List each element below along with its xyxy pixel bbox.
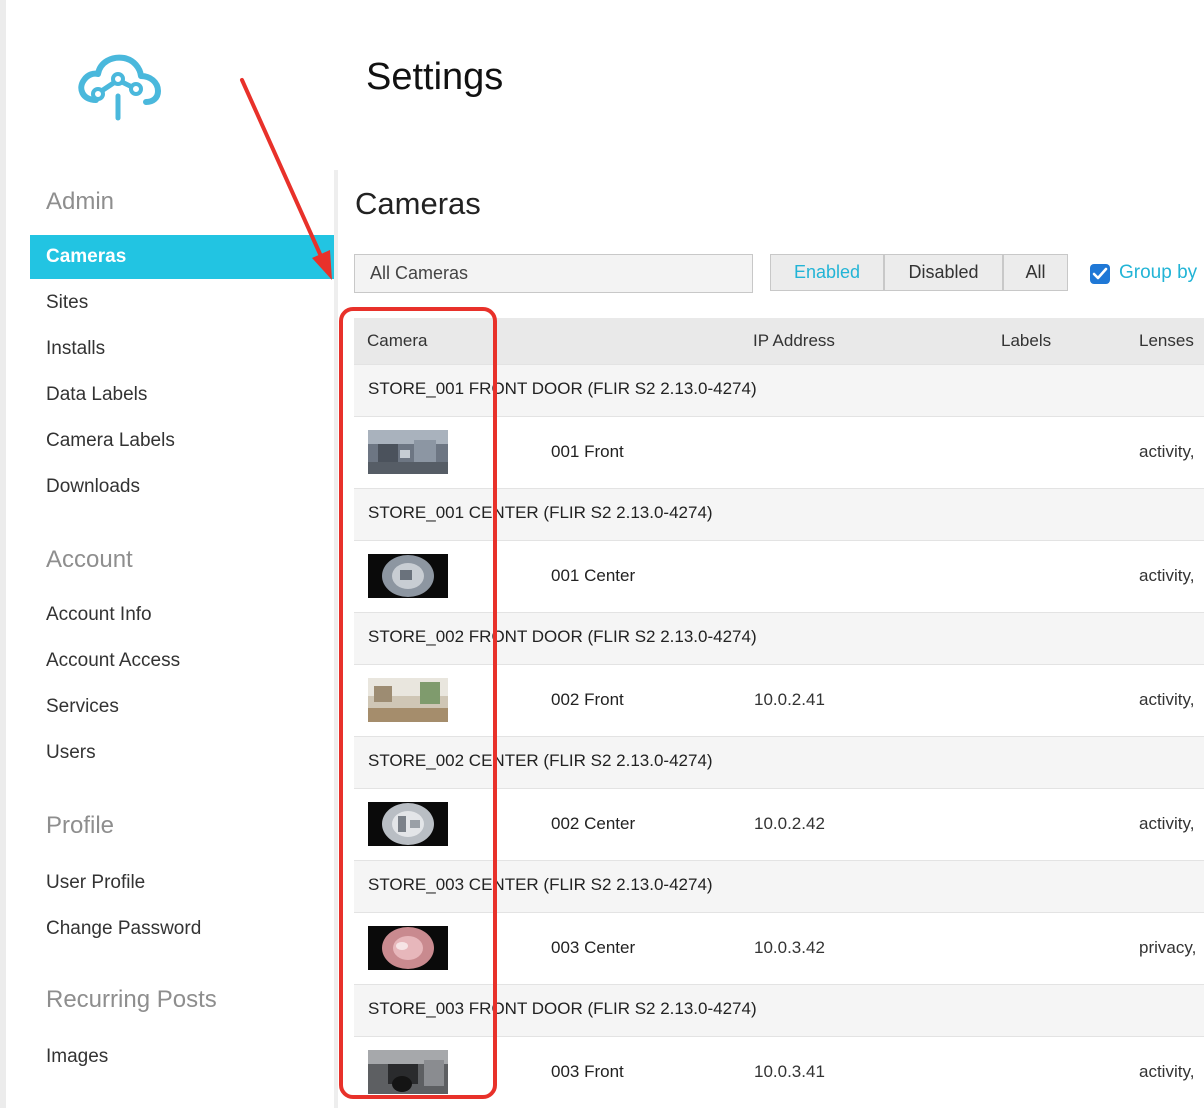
sidebar-heading-admin: Admin — [46, 188, 115, 215]
camera-thumbnail[interactable] — [368, 678, 448, 722]
sidebar-item-account-info[interactable]: Account Info — [30, 593, 334, 637]
camera-thumbnail[interactable] — [368, 554, 448, 598]
table-group-row: STORE_002 FRONT DOOR (FLIR S2 2.13.0-427… — [354, 612, 1204, 664]
camera-name[interactable]: 003 Front — [551, 1037, 624, 1107]
sidebar-item-images[interactable]: Images — [30, 1035, 334, 1079]
sidebar-item-account-access[interactable]: Account Access — [30, 639, 334, 683]
camera-thumbnail[interactable] — [368, 802, 448, 846]
table-group-row: STORE_002 CENTER (FLIR S2 2.13.0-4274) — [354, 736, 1204, 788]
camera-lenses: activity, — [1139, 814, 1195, 833]
camera-lenses: activity, — [1139, 442, 1195, 461]
group-title: STORE_001 FRONT DOOR (FLIR S2 2.13.0-427… — [368, 379, 757, 398]
table-group-row: STORE_003 CENTER (FLIR S2 2.13.0-4274) — [354, 860, 1204, 912]
group-title: STORE_003 CENTER (FLIR S2 2.13.0-4274) — [368, 875, 713, 894]
table-header: Camera IP Address Labels Lenses — [354, 318, 1204, 364]
camera-ip: 10.0.2.42 — [754, 814, 825, 833]
table-row[interactable]: 002 Front 10.0.2.41 activity, — [354, 664, 1204, 736]
sidebar-heading-account: Account — [46, 546, 133, 573]
camera-filter-input[interactable] — [354, 254, 753, 293]
sidebar-heading-profile: Profile — [46, 812, 115, 839]
group-title: STORE_001 CENTER (FLIR S2 2.13.0-4274) — [368, 503, 713, 522]
window-edge — [0, 0, 6, 1108]
filter-disabled-button[interactable]: Disabled — [884, 254, 1003, 291]
group-by-label[interactable]: Group by — [1119, 262, 1197, 284]
sidebar-item-users[interactable]: Users — [30, 731, 334, 775]
sidebar-divider — [334, 170, 338, 1108]
table-group-row: STORE_001 CENTER (FLIR S2 2.13.0-4274) — [354, 488, 1204, 540]
sidebar-item-services[interactable]: Services — [30, 685, 334, 729]
column-header-camera[interactable]: Camera — [367, 318, 427, 364]
sidebar-item-change-password[interactable]: Change Password — [30, 907, 334, 951]
camera-lenses: activity, — [1139, 690, 1195, 709]
table-row[interactable]: 003 Front 10.0.3.41 activity, — [354, 1036, 1204, 1108]
column-header-lenses[interactable]: Lenses — [1139, 318, 1194, 364]
camera-name[interactable]: 002 Center — [551, 789, 635, 859]
filter-enabled-button[interactable]: Enabled — [770, 254, 884, 291]
camera-ip: 10.0.3.42 — [754, 938, 825, 957]
camera-name[interactable]: 002 Front — [551, 665, 624, 735]
camera-thumbnail[interactable] — [368, 1050, 448, 1094]
camera-thumbnail[interactable] — [368, 926, 448, 970]
sidebar-item-cameras[interactable]: Cameras — [30, 235, 334, 279]
group-by-checkbox[interactable] — [1090, 264, 1110, 284]
camera-name[interactable]: 003 Center — [551, 913, 635, 983]
sidebar-item-downloads[interactable]: Downloads — [30, 465, 334, 509]
camera-lenses: privacy, — [1139, 938, 1197, 957]
sidebar-item-data-labels[interactable]: Data Labels — [30, 373, 334, 417]
column-header-labels[interactable]: Labels — [1001, 318, 1051, 364]
camera-ip: 10.0.2.41 — [754, 690, 825, 709]
sidebar-item-sites[interactable]: Sites — [30, 281, 334, 325]
section-title: Cameras — [355, 186, 481, 221]
check-icon — [1092, 267, 1108, 280]
camera-thumbnail[interactable] — [368, 430, 448, 474]
group-title: STORE_002 CENTER (FLIR S2 2.13.0-4274) — [368, 751, 713, 770]
camera-lenses: activity, — [1139, 566, 1195, 585]
table-group-row: STORE_001 FRONT DOOR (FLIR S2 2.13.0-427… — [354, 364, 1204, 416]
sidebar-item-camera-labels[interactable]: Camera Labels — [30, 419, 334, 463]
cloud-network-icon[interactable] — [74, 52, 164, 122]
column-header-ip-address[interactable]: IP Address — [753, 318, 835, 364]
sidebar-heading-recurring-posts: Recurring Posts — [46, 986, 217, 1013]
table-row[interactable]: 003 Center 10.0.3.42 privacy, — [354, 912, 1204, 984]
page-title: Settings — [366, 56, 504, 98]
table-row[interactable]: 001 Center activity, — [354, 540, 1204, 612]
sidebar-item-installs[interactable]: Installs — [30, 327, 334, 371]
filter-all-button[interactable]: All — [1003, 254, 1068, 291]
table-group-row: STORE_003 FRONT DOOR (FLIR S2 2.13.0-427… — [354, 984, 1204, 1036]
group-title: STORE_002 FRONT DOOR (FLIR S2 2.13.0-427… — [368, 627, 757, 646]
camera-name[interactable]: 001 Center — [551, 541, 635, 611]
group-title: STORE_003 FRONT DOOR (FLIR S2 2.13.0-427… — [368, 999, 757, 1018]
sidebar-item-user-profile[interactable]: User Profile — [30, 861, 334, 905]
table-row[interactable]: 002 Center 10.0.2.42 activity, — [354, 788, 1204, 860]
camera-ip: 10.0.3.41 — [754, 1062, 825, 1081]
camera-lenses: activity, — [1139, 1062, 1195, 1081]
sidebar: Admin Cameras Sites Installs Data Labels… — [30, 170, 334, 1108]
table-row[interactable]: 001 Front activity, — [354, 416, 1204, 488]
camera-name[interactable]: 001 Front — [551, 417, 624, 487]
